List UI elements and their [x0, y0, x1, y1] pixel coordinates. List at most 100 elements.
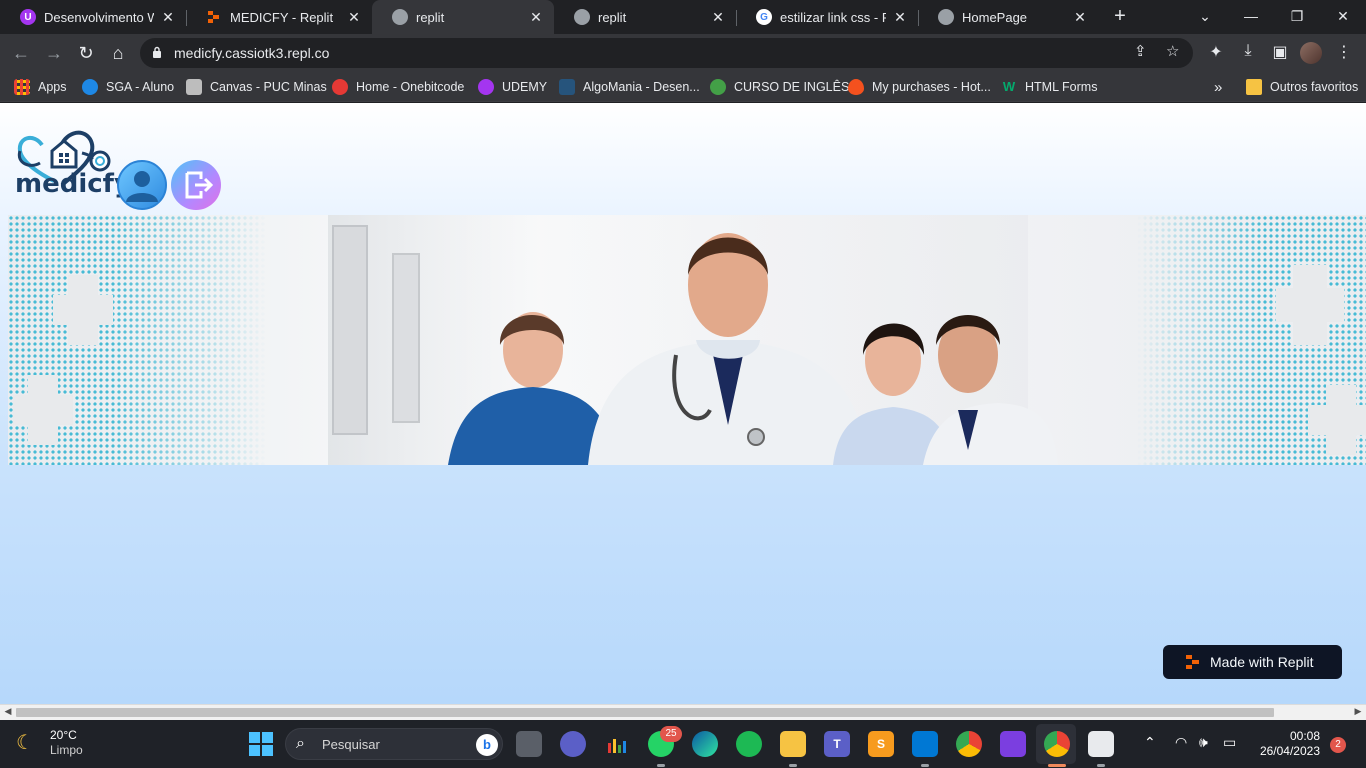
bookmark-canvas[interactable]: Canvas - PUC Minas	[186, 77, 327, 97]
bookmark-folder-outros-favoritos[interactable]: Outros favoritos	[1246, 77, 1358, 97]
medical-cross-shape	[1276, 288, 1344, 322]
tab-desenvolvimento-web[interactable]: U Desenvolvimento Web ✕	[0, 0, 186, 34]
bookmark-onebitcode[interactable]: Home - Onebitcode	[332, 77, 464, 97]
bookmark-algomania[interactable]: AlgoMania - Desen...	[559, 77, 700, 97]
close-icon[interactable]: ✕	[528, 9, 544, 26]
user-profile-icon[interactable]	[117, 160, 167, 210]
weather-widget[interactable]: ☾ 20°C Limpo	[16, 728, 83, 758]
w3schools-icon: W	[1002, 79, 1016, 94]
scrollbar-thumb[interactable]	[16, 708, 1274, 717]
apps-grid-icon	[14, 79, 30, 95]
teams-chat-icon[interactable]	[560, 731, 586, 757]
menu-kebab-icon[interactable]: ⋮	[1332, 42, 1356, 64]
bookmark-label: Apps	[38, 80, 67, 94]
bookmark-label: CURSO DE INGLÊS	[734, 80, 850, 94]
taskbar-search-box[interactable]: ⌕ Pesquisar b	[285, 728, 503, 760]
horizontal-scrollbar[interactable]: ◀ ▶	[0, 704, 1366, 720]
clock-time: 00:08	[1289, 729, 1320, 743]
bookmark-apps[interactable]: Apps	[14, 77, 67, 97]
forward-arrow-icon[interactable]: →	[42, 41, 66, 65]
battery-icon[interactable]: ▭	[1223, 734, 1236, 751]
volume-icon[interactable]: 🕪	[1199, 734, 1208, 751]
tab-homepage[interactable]: HomePage ✕	[918, 0, 1098, 34]
visual-studio-icon[interactable]	[1000, 731, 1026, 757]
globe-icon	[938, 9, 954, 25]
equalizer-app-icon[interactable]	[604, 731, 630, 757]
extensions-puzzle-icon[interactable]: ✦	[1204, 42, 1228, 64]
windows-taskbar: ☾ 20°C Limpo ⌕ Pesquisar b 25 T S ⌃ ◠ 🕪 …	[0, 720, 1366, 768]
logout-icon[interactable]	[171, 160, 221, 210]
tab-title: HomePage	[962, 9, 1028, 25]
bing-icon[interactable]: b	[476, 734, 498, 756]
made-with-replit-button[interactable]: Made with Replit	[1163, 645, 1342, 679]
active-indicator	[1048, 764, 1066, 767]
web-page: medicfy Made with Replit	[0, 103, 1366, 704]
tab-replit-active[interactable]: replit ✕	[372, 0, 554, 34]
teams-icon[interactable]: T	[824, 731, 850, 757]
sublime-text-icon[interactable]: S	[868, 731, 894, 757]
weather-description: Limpo	[50, 743, 83, 757]
close-icon[interactable]: ✕	[1072, 9, 1088, 26]
bookmark-sga-aluno[interactable]: SGA - Aluno	[82, 77, 174, 97]
bookmark-curso-ingles[interactable]: CURSO DE INGLÊS	[710, 77, 849, 97]
tab-google-search[interactable]: G estilizar link css - Pesq ✕	[736, 0, 918, 34]
tab-replit[interactable]: replit ✕	[554, 0, 736, 34]
bookmark-label: Canvas - PUC Minas	[210, 80, 327, 94]
close-window-button[interactable]: ✕	[1320, 0, 1366, 34]
address-bar[interactable]: medicfy.cassiotk3.repl.co ⇪ ☆	[140, 38, 1193, 68]
snipping-tool-icon[interactable]	[1088, 731, 1114, 757]
tab-medicfy-replit[interactable]: MEDICFY - Replit ✕	[186, 0, 372, 34]
bookmark-udemy[interactable]: UDEMY	[478, 77, 547, 97]
bookmark-label: UDEMY	[502, 80, 548, 94]
bookmark-hotmart[interactable]: My purchases - Hot...	[848, 77, 991, 97]
close-icon[interactable]: ✕	[346, 9, 362, 26]
home-icon[interactable]: ⌂	[106, 41, 130, 65]
medical-cross-shape	[13, 395, 73, 425]
new-tab-button[interactable]: +	[1108, 5, 1132, 29]
url-text[interactable]: medicfy.cassiotk3.repl.co	[174, 45, 329, 61]
bookmark-star-icon[interactable]: ☆	[1166, 42, 1179, 60]
task-view-icon[interactable]	[516, 731, 542, 757]
show-hidden-icons-chevron-icon[interactable]: ⌃	[1144, 734, 1156, 751]
browser-tab-strip: U Desenvolvimento Web ✕ MEDICFY - Replit…	[0, 0, 1366, 34]
lock-icon	[153, 46, 161, 58]
download-icon[interactable]: ⤓	[1236, 42, 1260, 64]
side-panel-icon[interactable]: ▣	[1268, 42, 1292, 64]
close-icon[interactable]: ✕	[710, 9, 726, 26]
chrome-profile-icon[interactable]	[1044, 731, 1070, 757]
minimize-button[interactable]: —	[1228, 0, 1274, 34]
tab-title: MEDICFY - Replit	[230, 9, 334, 25]
replit-icon	[206, 9, 222, 25]
share-icon[interactable]: ⇪	[1134, 42, 1147, 60]
scroll-right-arrow-icon[interactable]: ▶	[1351, 706, 1365, 717]
algomania-icon	[559, 79, 575, 95]
wall-frame	[332, 225, 368, 435]
folder-icon	[1246, 79, 1262, 95]
bookmarks-bar: Apps SGA - Aluno Canvas - PUC Minas Home…	[0, 72, 1366, 102]
bookmark-html-forms[interactable]: W HTML Forms	[1001, 77, 1098, 97]
back-arrow-icon[interactable]: ←	[9, 41, 33, 65]
close-icon[interactable]: ✕	[160, 9, 176, 26]
system-clock[interactable]: 00:08 26/04/2023	[1256, 729, 1320, 759]
reload-icon[interactable]: ↻	[74, 41, 98, 65]
profile-avatar[interactable]	[1300, 42, 1322, 64]
windows-start-icon[interactable]	[249, 732, 273, 756]
wifi-icon[interactable]: ◠	[1175, 734, 1187, 751]
spotify-icon[interactable]	[736, 731, 762, 757]
file-explorer-icon[interactable]	[780, 731, 806, 757]
notification-badge[interactable]: 2	[1330, 737, 1346, 753]
vscode-icon[interactable]	[912, 731, 938, 757]
onebitcode-icon	[332, 79, 348, 95]
close-icon[interactable]: ✕	[892, 9, 908, 26]
medical-cross-shape	[1308, 405, 1366, 435]
wall-frame	[392, 253, 420, 423]
tab-title: replit	[598, 9, 627, 25]
restore-button[interactable]: ❐	[1274, 0, 1320, 34]
edge-browser-icon[interactable]	[692, 731, 718, 757]
tab-search-chevron-icon[interactable]: ⌄	[1182, 0, 1228, 34]
tab-title: replit	[416, 9, 445, 25]
weather-temperature: 20°C	[50, 728, 77, 742]
scroll-left-arrow-icon[interactable]: ◀	[1, 706, 15, 717]
more-bookmarks-chevron-icon[interactable]: »	[1214, 77, 1222, 97]
chrome-icon[interactable]	[956, 731, 982, 757]
